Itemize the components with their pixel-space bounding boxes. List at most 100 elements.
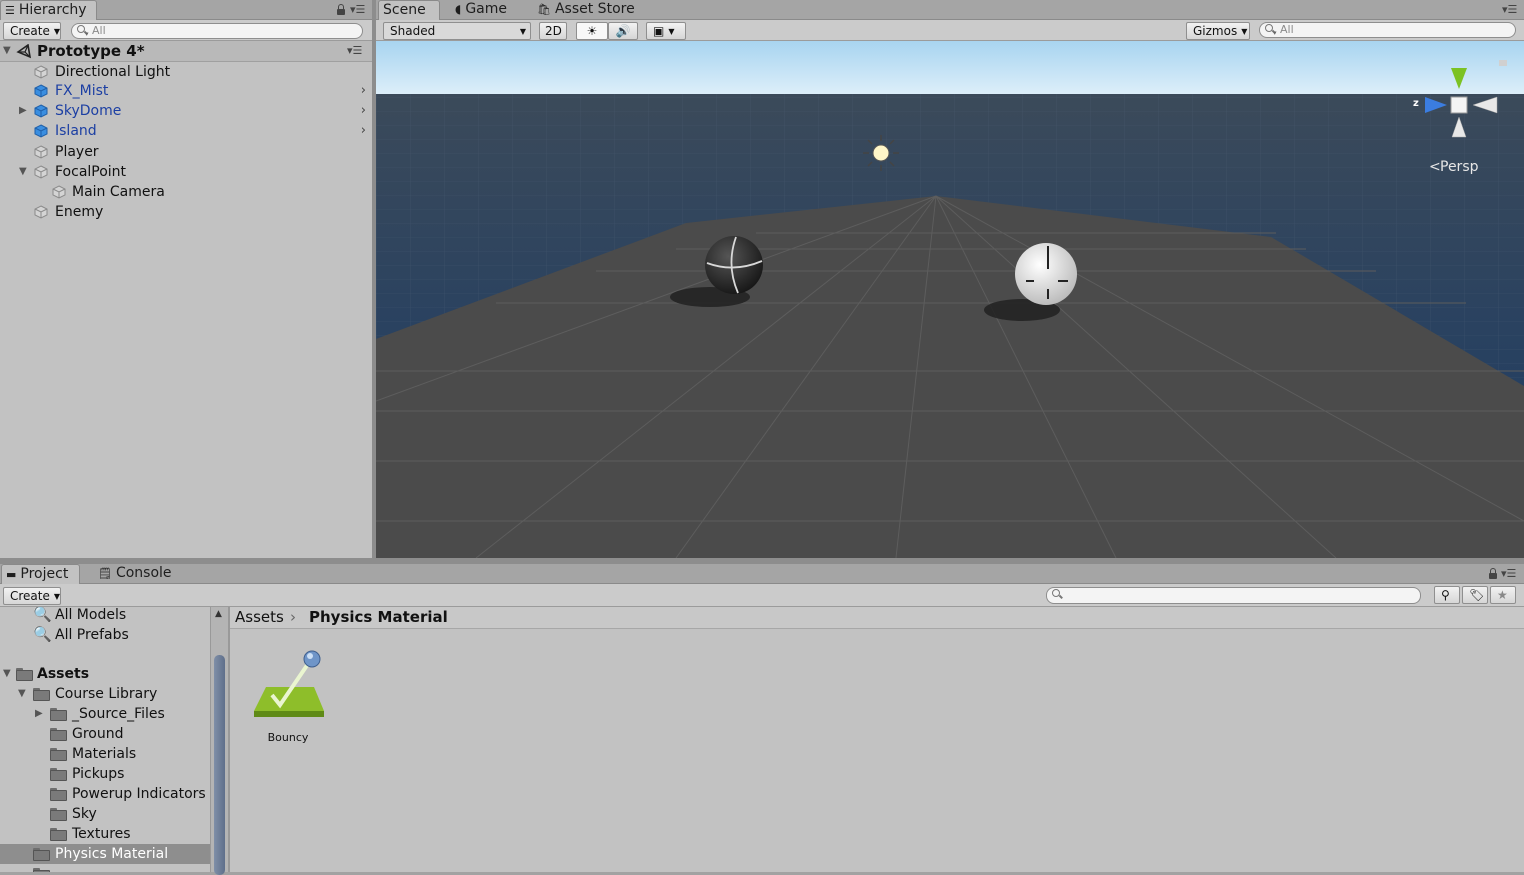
expand-triangle-icon[interactable]: ▼	[3, 664, 11, 684]
tab-project[interactable]: ▬ Project	[1, 564, 80, 584]
dropdown-arrow-icon: ▼	[668, 27, 675, 36]
favorite-item[interactable]: 🔍 All Prefabs	[0, 625, 210, 645]
directional-light-icon[interactable]	[863, 135, 899, 171]
hierarchy-create-button[interactable]: Create ▼	[3, 22, 61, 40]
folder-item[interactable]: Textures	[0, 824, 210, 844]
asset-tile[interactable]: Bouncy	[250, 647, 326, 747]
hierarchy-tabbar: ☰ Hierarchy ▾☰	[0, 0, 372, 20]
favorite-item-label: All Prefabs	[55, 627, 129, 643]
tab-console[interactable]: 🗒 Console	[94, 564, 178, 583]
player-sphere[interactable]	[1015, 243, 1077, 305]
folder-item[interactable]: ▼ Course Library	[0, 684, 210, 704]
scroll-up-icon[interactable]: ▲	[215, 609, 222, 619]
create-label: Create	[10, 589, 50, 603]
tab-asset-store[interactable]: 🛍 Asset Store	[533, 0, 641, 19]
tab-scene[interactable]: Scene	[378, 0, 440, 20]
expand-triangle-icon[interactable]: ▶	[19, 101, 27, 121]
search-icon: 🔍	[33, 607, 52, 623]
gizmo-center-cube[interactable]	[1450, 96, 1468, 114]
scene-name: Prototype 4*	[37, 42, 145, 60]
lock-icon[interactable]	[337, 4, 345, 15]
hierarchy-item[interactable]: ▼ FocalPoint	[0, 162, 372, 182]
speaker-icon: 🔊	[615, 24, 631, 38]
hierarchy-item[interactable]: Player	[0, 142, 372, 162]
gizmo-axis-label: z	[1413, 98, 1419, 109]
gizmo-lock-icon[interactable]	[1499, 60, 1507, 66]
folder-icon	[33, 688, 50, 701]
projection-label[interactable]: Persp	[1440, 159, 1479, 175]
scene-viewport[interactable]: z Persp <	[376, 41, 1524, 558]
search-by-type-button[interactable]: ⚲	[1434, 586, 1460, 604]
expand-triangle-icon[interactable]: ▼	[19, 162, 27, 182]
unity-scene-icon	[16, 44, 32, 59]
prefab-cube-icon	[34, 84, 48, 98]
lock-icon[interactable]	[1489, 568, 1497, 579]
hierarchy-item[interactable]: FX_Mist ›	[0, 81, 372, 101]
expand-triangle-icon[interactable]: ▼	[18, 684, 26, 704]
hierarchy-item-label: SkyDome	[55, 103, 122, 119]
gizmos-dropdown[interactable]: Gizmos ▼	[1186, 22, 1250, 40]
scene-search-input[interactable]: ▾ All	[1259, 22, 1516, 38]
breadcrumb: Assets › Physics Material	[230, 607, 1524, 629]
dropdown-arrow-icon: ▼	[53, 592, 61, 601]
shading-mode-dropdown[interactable]: Shaded ▼	[383, 22, 531, 40]
chevron-right-icon[interactable]: ›	[361, 81, 366, 101]
folder-item-label: Materials	[72, 746, 137, 762]
expand-triangle-icon[interactable]: ▼	[3, 41, 11, 61]
panel-menu-icon[interactable]: ▾☰	[1501, 567, 1516, 580]
folder-item[interactable]: Ground	[0, 724, 210, 744]
folder-item[interactable]: Materials	[0, 744, 210, 764]
toggle-2d-label: 2D	[545, 24, 562, 38]
dropdown-arrow-icon: ▼	[519, 27, 526, 36]
panel-menu-icon[interactable]: ▾☰	[350, 3, 365, 16]
scene-menu-icon[interactable]: ▾☰	[347, 41, 362, 61]
folder-icon	[33, 848, 50, 861]
tab-hierarchy-label: Hierarchy	[18, 2, 87, 18]
search-filter-icon: ▾	[85, 30, 89, 38]
prefab-cube-icon	[34, 124, 48, 138]
tab-game[interactable]: ◖ Game	[451, 0, 513, 19]
scene-header-row[interactable]: ▼ Prototype 4* ▾☰	[0, 41, 372, 62]
audio-toggle-button[interactable]: 🔊	[608, 22, 638, 40]
folder-item[interactable]: Pickups	[0, 764, 210, 784]
project-folder-tree: 🔍 All Models 🔍 All Prefabs ▼ Assets ▼ Co…	[0, 607, 210, 872]
project-search-input[interactable]	[1046, 587, 1421, 604]
toggle-2d-button[interactable]: 2D	[539, 22, 567, 40]
hierarchy-item[interactable]: Enemy	[0, 202, 372, 222]
favorites-button[interactable]: ★	[1490, 586, 1516, 604]
breadcrumb-assets[interactable]: Assets	[235, 607, 284, 628]
search-by-label-button[interactable]: 🏷	[1462, 586, 1488, 604]
folder-item[interactable]: Powerup Indicators	[0, 784, 210, 804]
breadcrumb-separator-icon: ›	[290, 608, 296, 626]
project-create-button[interactable]: Create ▼	[3, 587, 61, 605]
folder-item[interactable]: Sky	[0, 804, 210, 824]
effects-toggle-button[interactable]: ▣ ▼	[646, 22, 686, 40]
hierarchy-item[interactable]: Island ›	[0, 121, 372, 141]
hierarchy-search-input[interactable]: ▾ All	[71, 23, 363, 39]
tab-hierarchy[interactable]: ☰ Hierarchy	[0, 0, 97, 20]
chevron-right-icon[interactable]: ›	[361, 101, 366, 121]
hierarchy-item[interactable]: ▶ SkyDome ›	[0, 101, 372, 121]
scrollbar-thumb[interactable]	[214, 655, 225, 875]
breadcrumb-current[interactable]: Physics Material	[309, 607, 448, 628]
hierarchy-item-label: Player	[55, 144, 99, 160]
assets-root-row[interactable]: ▼ Assets	[0, 664, 210, 684]
hierarchy-item[interactable]: Directional Light	[0, 62, 372, 82]
favorite-item[interactable]: 🔍 All Models	[0, 607, 210, 625]
expand-triangle-icon[interactable]: ▶	[35, 704, 43, 724]
panel-menu-icon[interactable]: ▾☰	[1502, 3, 1517, 16]
hierarchy-item-label: Main Camera	[72, 184, 165, 200]
folder-icon	[50, 748, 67, 761]
projection-chevron-icon: <	[1429, 159, 1441, 175]
physics-material-icon	[254, 650, 324, 717]
folder-item[interactable]	[0, 864, 210, 872]
chevron-right-icon[interactable]: ›	[361, 121, 366, 141]
hierarchy-item[interactable]: Main Camera	[0, 182, 372, 202]
lighting-toggle-button[interactable]: ☀	[576, 22, 608, 40]
folder-item-selected[interactable]: Physics Material	[0, 844, 210, 864]
gameobject-cube-icon	[34, 145, 48, 159]
tab-scene-label: Scene	[383, 2, 426, 18]
folder-item[interactable]: ▶ _Source_Files	[0, 704, 210, 724]
folder-tree-scrollbar[interactable]: ▲	[210, 607, 228, 875]
folder-item-label: Textures	[72, 826, 131, 842]
